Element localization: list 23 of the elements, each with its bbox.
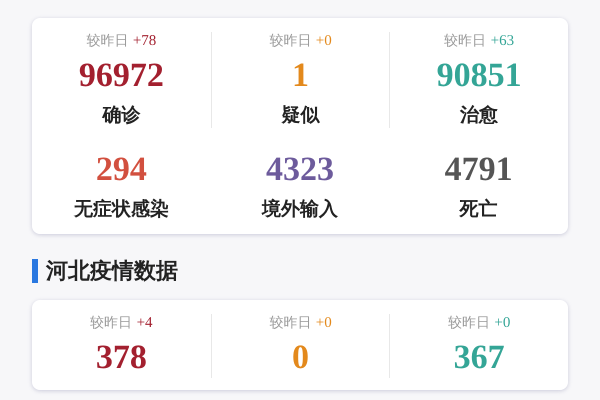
stat-label: 死亡: [460, 197, 498, 222]
delta-text: 较昨日 +78: [86, 32, 156, 50]
stat-value: 4791: [444, 150, 513, 190]
stat-label: 确诊: [102, 103, 140, 128]
stat-label: 疑似: [281, 103, 320, 128]
delta-text: 较昨日 +0: [269, 32, 332, 50]
stat-value: 378: [96, 338, 147, 378]
delta-text: 较昨日 +4: [90, 314, 153, 332]
stat-label: 境外输入: [262, 197, 338, 222]
section-marker: [32, 259, 38, 283]
stat-value: 96972: [78, 56, 164, 96]
stat-label: 无症状感染: [74, 197, 169, 222]
stat-value: 4323: [266, 150, 334, 190]
stat-value: 294: [96, 150, 147, 190]
stat-label: 治愈: [460, 103, 498, 128]
delta-text: 较昨日 +63: [444, 32, 514, 50]
delta-text: 较昨日 +0: [269, 314, 332, 332]
stat-value: 1: [292, 56, 309, 96]
stat-value: 367: [454, 338, 505, 378]
delta-text: 较昨日 +0: [448, 314, 510, 332]
stat-value: 0: [292, 338, 309, 378]
section-title: 河北疫情数据: [46, 258, 178, 286]
stat-value: 90851: [436, 56, 522, 96]
